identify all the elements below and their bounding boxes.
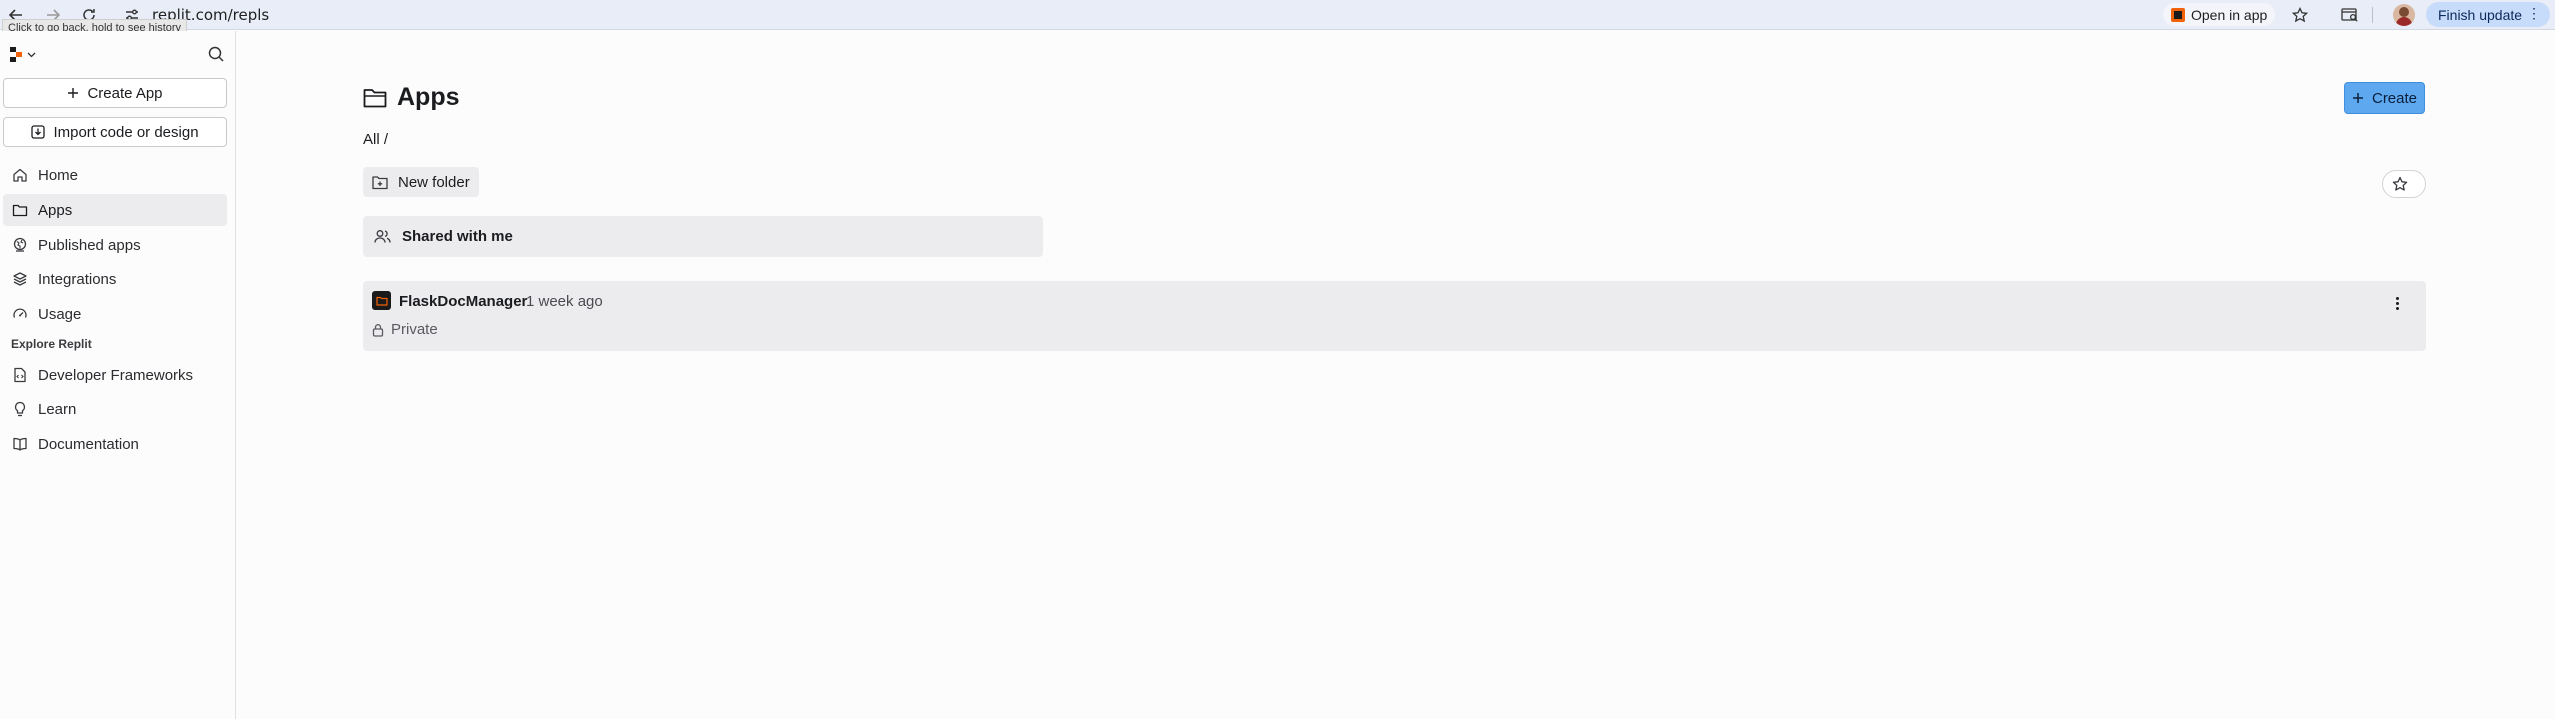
page-title: Apps (397, 83, 460, 111)
sidebar-item-developer-frameworks[interactable]: Developer Frameworks (3, 359, 227, 391)
repl-name[interactable]: FlaskDocManager (399, 293, 527, 310)
favorites-toggle[interactable] (2382, 170, 2426, 198)
sidebar-item-usage[interactable]: Usage (3, 298, 227, 330)
import-icon (31, 125, 46, 139)
open-in-app-button[interactable]: Open in app (2163, 3, 2276, 26)
repl-menu-icon[interactable] (2389, 295, 2405, 311)
replit-app-icon (2171, 7, 2185, 22)
sidebar: Create App Import code or design Home Ap… (0, 31, 236, 719)
repl-folder-icon (372, 291, 391, 310)
book-icon (13, 437, 27, 451)
plus-icon (68, 88, 79, 98)
finish-update-button[interactable]: Finish update ⋮ (2426, 2, 2550, 27)
sidebar-item-label: Integrations (38, 270, 117, 288)
browser-toolbar: replit.com/repls Open in app Finish upda… (0, 0, 2555, 37)
finish-update-label: Finish update (2438, 6, 2523, 23)
globe-icon (13, 237, 27, 252)
workspace-switcher[interactable] (10, 47, 36, 62)
lock-icon (372, 323, 384, 337)
repl-updated: 1 week ago (526, 293, 603, 310)
explore-section-label: Explore Replit (11, 337, 92, 351)
repl-visibility: Private (372, 321, 438, 338)
toolbar-divider (2372, 7, 2373, 23)
create-app-button[interactable]: Create App (3, 78, 227, 108)
repl-visibility-label: Private (391, 321, 438, 338)
plus-icon (2352, 93, 2363, 103)
sidebar-item-label: Learn (38, 400, 77, 418)
sidebar-item-label: Usage (38, 305, 82, 323)
folder-icon (363, 88, 387, 107)
page-header: Apps (363, 83, 460, 112)
profile-avatar[interactable] (2393, 4, 2415, 26)
create-app-label: Create App (87, 84, 163, 102)
home-icon (13, 168, 27, 182)
import-code-label: Import code or design (53, 123, 199, 141)
repl-card[interactable]: FlaskDocManager 1 week ago Private (363, 281, 2426, 351)
layers-icon (13, 272, 27, 286)
sidebar-item-label: Home (38, 166, 79, 184)
replit-logo-icon (10, 47, 23, 62)
sidebar-item-learn[interactable]: Learn (3, 393, 227, 425)
create-button[interactable]: Create (2344, 82, 2425, 114)
sidebar-item-published-apps[interactable]: Published apps (3, 229, 227, 261)
sidebar-item-label: Apps (38, 201, 73, 219)
open-in-app-label: Open in app (2191, 6, 2268, 23)
shared-with-me-label: Shared with me (402, 228, 513, 245)
gauge-icon (13, 308, 27, 318)
folder-icon (12, 204, 28, 217)
sidebar-item-integrations[interactable]: Integrations (3, 263, 227, 295)
tab-search-icon[interactable] (2340, 5, 2360, 25)
new-folder-button[interactable]: New folder (363, 167, 479, 197)
folder-plus-icon (372, 175, 388, 189)
more-vertical-icon: ⋮ (2527, 5, 2541, 21)
sidebar-item-label: Published apps (38, 236, 141, 254)
shared-with-me-row[interactable]: Shared with me (363, 216, 1043, 257)
sidebar-item-apps[interactable]: Apps (3, 194, 227, 226)
star-icon (2392, 176, 2408, 191)
search-icon[interactable] (207, 45, 225, 63)
bookmark-star-icon[interactable] (2290, 5, 2310, 25)
create-label: Create (2371, 89, 2418, 107)
import-code-button[interactable]: Import code or design (3, 117, 227, 147)
sidebar-item-home[interactable]: Home (3, 159, 227, 191)
sidebar-item-label: Developer Frameworks (38, 366, 194, 384)
chevron-down-icon (27, 52, 36, 58)
users-icon (374, 230, 391, 243)
new-folder-label: New folder (398, 173, 470, 191)
main-content: Apps Create All / New folder Shared with… (237, 31, 2555, 719)
sidebar-item-label: Documentation (38, 435, 139, 453)
file-code-icon (14, 367, 26, 383)
breadcrumb[interactable]: All / (363, 131, 388, 148)
sidebar-item-documentation[interactable]: Documentation (3, 428, 227, 460)
lightbulb-icon (14, 401, 26, 417)
